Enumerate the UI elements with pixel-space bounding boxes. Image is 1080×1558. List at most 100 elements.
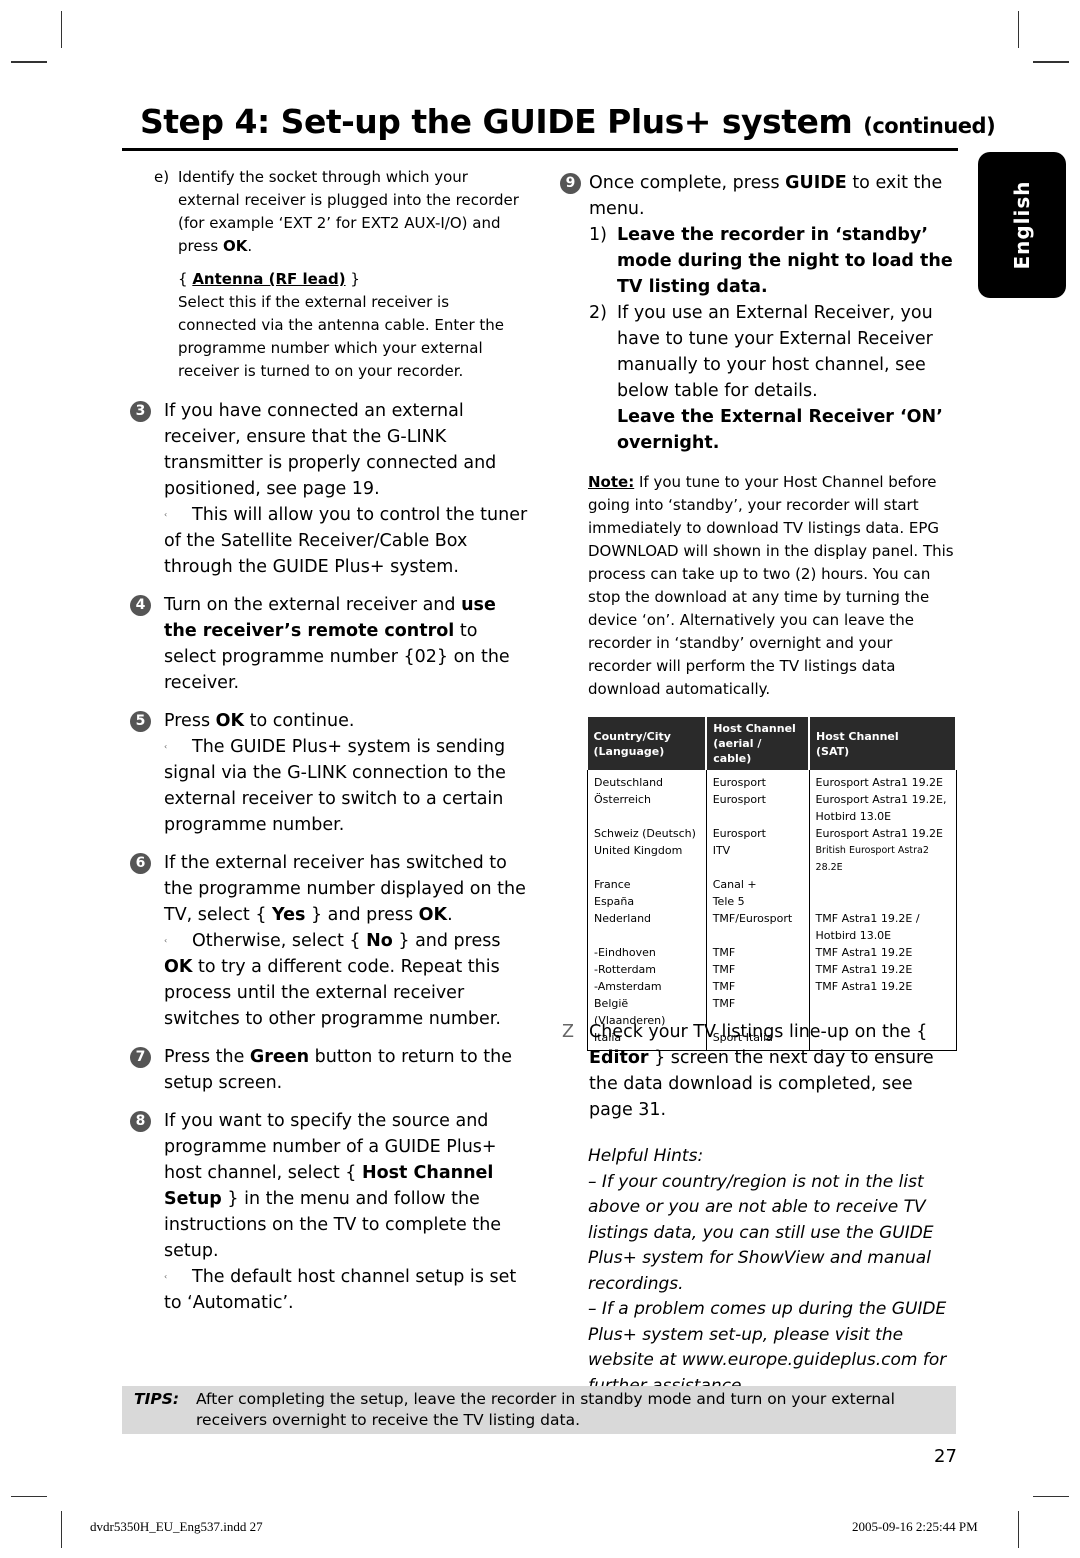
- arrow-icon: ‹: [164, 1272, 168, 1281]
- option-antenna: { Antenna (RF lead) }: [178, 270, 360, 288]
- table-cell: Eurosport Astra1 19.2E: [808, 770, 957, 791]
- table-cell: Schweiz (Deutsch): [587, 825, 707, 842]
- step-number-badge: 6: [130, 853, 151, 874]
- host-channel-table: Country/City (Language) Host Channel (aeria…: [587, 717, 957, 1051]
- table-cell: Österreich: [587, 791, 707, 808]
- step-number-badge: Z: [562, 1022, 574, 1042]
- table-row: Schweiz (Deutsch) Eurosport Eurosport Astr…: [587, 825, 957, 842]
- step-3: 3 If you have connected an external rece…: [130, 398, 530, 580]
- crop-mark: [61, 1511, 62, 1548]
- hint-item: – If your country/region is not in the l…: [588, 1171, 934, 1294]
- step-note: The GUIDE Plus+ system is sending signal…: [164, 737, 506, 835]
- step-text: .: [447, 905, 453, 925]
- right-column: 9 Once complete, press GUIDE to exit the…: [560, 170, 960, 456]
- table-cell: [705, 927, 810, 944]
- crop-mark: [1033, 61, 1069, 63]
- step-7: 7 Press the Green button to return to th…: [130, 1044, 530, 1096]
- arrow-icon: ‹: [164, 510, 168, 519]
- ok-key: OK: [223, 237, 248, 255]
- table-cell: [808, 876, 957, 893]
- step-bold: OK: [164, 957, 193, 977]
- step-note: This will allow you to control the tuner…: [164, 505, 528, 577]
- step-bold: Green: [249, 1047, 310, 1067]
- step-bold: Editor: [589, 1048, 649, 1068]
- step-bold: No: [366, 931, 393, 951]
- sub-step-text: Leave the recorder in ‘standby’ mode dur…: [617, 225, 953, 297]
- step-text: Once complete, press: [589, 173, 786, 193]
- left-column: e) Identify the socket through which you…: [154, 166, 524, 383]
- note-label: Note:: [588, 473, 635, 491]
- language-tab: English: [978, 152, 1066, 298]
- table-header-cell: Country/City (Language): [587, 717, 708, 770]
- table-cell: Eurosport: [705, 825, 810, 842]
- table-row: United Kingdom ITV British Eurosport Astra…: [587, 842, 957, 876]
- page-title-suffix: (continued): [863, 114, 996, 138]
- step-9: 9 Once complete, press GUIDE to exit the…: [560, 170, 960, 222]
- crop-mark: [1033, 1496, 1069, 1497]
- step-text: Press: [164, 711, 216, 731]
- note-block: Note: If you tune to your Host Channel b…: [588, 471, 960, 701]
- table-cell: TMF: [705, 961, 810, 978]
- table-cell: Canal +: [705, 876, 810, 893]
- table-cell: Eurosport Astra1 19.2E: [808, 825, 957, 842]
- table-cell: Hotbird 13.0E: [808, 808, 957, 825]
- sub-step-e: e) Identify the socket through which you…: [154, 166, 524, 383]
- step-number-badge: 8: [130, 1111, 151, 1132]
- step-number-badge: 9: [560, 173, 581, 194]
- table-row: -Rotterdam TMF TMF Astra1 19.2E: [587, 961, 957, 978]
- step-10-item: Z Check your TV listings line-up on the …: [560, 1019, 960, 1123]
- table-cell: Eurosport Astra1 19.2E,: [808, 791, 957, 808]
- table-cell: TMF/Eurosport: [705, 910, 810, 927]
- left-steps: 3 If you have connected an external rece…: [130, 398, 530, 1328]
- step-4: 4 Turn on the external receiver and use …: [130, 592, 530, 696]
- crop-mark: [1018, 1511, 1019, 1548]
- table-header-line: Host Channel: [816, 729, 899, 743]
- table-row: France Canal +: [587, 876, 957, 893]
- table-header-line: (aerial / cable): [713, 737, 762, 765]
- table-cell: Nederland: [587, 910, 707, 927]
- punct: .: [247, 237, 253, 255]
- table-row: Deutschland Eurosport Eurosport Astra1 19.…: [587, 770, 957, 791]
- step-number-badge: 3: [130, 401, 151, 422]
- table-cell: TMF Astra1 19.2E /: [808, 910, 957, 927]
- sub-step-2: 2) If you use an External Receiver, you …: [589, 300, 960, 456]
- arrow-icon: ‹: [164, 742, 168, 751]
- step-text: Turn on the external receiver and: [164, 595, 462, 615]
- table-cell: France: [587, 876, 707, 893]
- table-cell: TMF: [705, 944, 810, 961]
- tips-box: TIPS: After completing the setup, leave …: [122, 1386, 956, 1434]
- step-text: to continue.: [244, 711, 355, 731]
- table-cell: [808, 893, 957, 910]
- title-divider: [122, 148, 958, 151]
- table-cell: Tele 5: [705, 893, 810, 910]
- sub-step-1: 1) Leave the recorder in ‘standby’ mode …: [589, 222, 960, 300]
- step-8: 8 If you want to specify the source and …: [130, 1108, 530, 1316]
- table-row: Hotbird 13.0E: [587, 927, 957, 944]
- helpful-hints: Helpful Hints: – If your country/region …: [588, 1144, 960, 1399]
- table-cell: TMF Astra1 19.2E: [808, 961, 957, 978]
- table-cell: [587, 808, 707, 825]
- step-bold: Yes: [272, 905, 306, 925]
- table-cell: Eurosport: [705, 770, 810, 791]
- step-note: Otherwise, select {: [192, 931, 367, 951]
- crop-mark: [61, 11, 62, 48]
- page-title: Step 4: Set-up the GUIDE Plus+ system (c…: [140, 102, 996, 141]
- arrow-icon: ‹: [164, 936, 168, 945]
- table-cell: [705, 808, 810, 825]
- sub-step-label: 2): [589, 303, 607, 323]
- table-cell: -Rotterdam: [587, 961, 707, 978]
- table-cell: TMF: [705, 978, 810, 995]
- page-number: 27: [934, 1446, 957, 1467]
- step-5: 5 Press OK to continue. ‹ The GUIDE Plus+…: [130, 708, 530, 838]
- hint-item: – If a problem comes up during the GUIDE…: [588, 1299, 947, 1396]
- sub-step-label: 1): [589, 225, 607, 245]
- page-title-text: Step 4: Set-up the GUIDE Plus+ system: [140, 102, 853, 141]
- table-row: Nederland TMF/Eurosport TMF Astra1 19.2E /: [587, 910, 957, 927]
- table-header-cell: Host Channel (aerial / cable): [706, 717, 811, 770]
- table-cell: British Eurosport Astra2 28.2E: [808, 842, 957, 876]
- table-header-line: (SAT): [816, 744, 850, 758]
- note-text: If you tune to your Host Channel before …: [588, 473, 954, 698]
- table-cell: Hotbird 13.0E: [808, 927, 957, 944]
- table-header-line: Country/City: [593, 729, 671, 743]
- option-description: Select this if the external receiver is …: [178, 293, 505, 380]
